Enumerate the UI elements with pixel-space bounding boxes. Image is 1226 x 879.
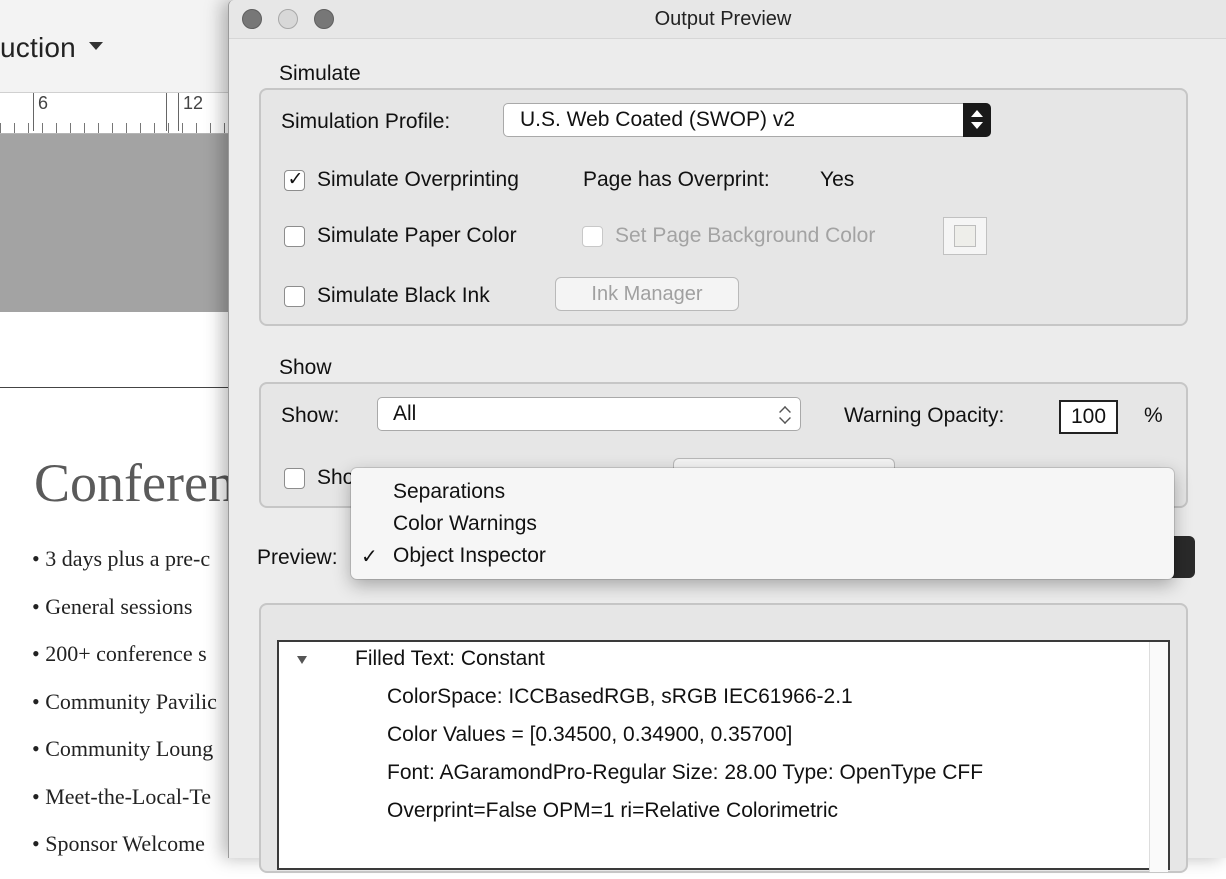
show-select[interactable]: All (377, 397, 801, 431)
updown-arrows-icon (778, 403, 792, 425)
tree-detail-item[interactable]: Color Values = [0.34500, 0.34900, 0.3570… (387, 723, 792, 747)
tree-detail-item[interactable]: Font: AGaramondPro-Regular Size: 28.00 T… (387, 761, 983, 785)
menu-item-object-inspector[interactable]: Object Inspector (393, 544, 546, 568)
workspace-menu-label[interactable]: uction (0, 32, 76, 64)
checkmark-icon: ✓ (361, 546, 378, 568)
chevron-down-icon[interactable] (89, 42, 103, 50)
checkmark-icon: ✓ (287, 169, 304, 190)
object-inspector-tree[interactable]: Filled Text: Constant ColorSpace: ICCBas… (277, 640, 1170, 872)
show-section-title: Show (279, 356, 332, 379)
disclosure-triangle-icon[interactable] (297, 656, 307, 664)
ink-manager-button: Ink Manager (555, 277, 739, 311)
show-label: Show: (281, 404, 340, 427)
window-titlebar: Output Preview (229, 0, 1226, 39)
preview-label: Preview: (257, 546, 338, 569)
set-page-background-label: Set Page Background Color (615, 224, 876, 247)
updown-arrows-icon (963, 103, 991, 137)
simulation-profile-label: Simulation Profile: (281, 110, 451, 133)
ruler-mark: 12 (183, 93, 204, 113)
warning-opacity-input[interactable]: 100 (1059, 400, 1118, 434)
show-option-label[interactable]: Sho (317, 466, 354, 490)
output-preview-dialog: Output Preview Simulate Simulation Profi… (228, 0, 1226, 873)
menu-item-separations[interactable]: Separations (393, 480, 505, 504)
list-item: • 200+ conference s (32, 641, 207, 666)
warning-opacity-label: Warning Opacity: (844, 404, 1005, 427)
tree-scrollbar[interactable] (1149, 642, 1168, 872)
percent-sign: % (1144, 404, 1163, 427)
preview-select-stepper[interactable] (1171, 536, 1195, 578)
simulate-paper-color-label[interactable]: Simulate Paper Color (317, 224, 517, 248)
page-background-color-swatch (943, 217, 987, 255)
show-option-checkbox[interactable] (284, 468, 305, 489)
tree-root-item[interactable]: Filled Text: Constant (355, 647, 545, 671)
document-bullet-list: • 3 days plus a pre-c • General sessions… (32, 546, 217, 879)
tree-detail-item[interactable]: ColorSpace: ICCBasedRGB, sRGB IEC61966-2… (387, 685, 853, 709)
simulate-black-ink-checkbox[interactable] (284, 286, 305, 307)
document-heading: Conferen (34, 453, 235, 513)
window-title: Output Preview (654, 8, 792, 30)
show-select-value: All (393, 402, 417, 425)
simulation-profile-value: U.S. Web Coated (SWOP) v2 (520, 108, 796, 131)
preview-dropdown-menu: Separations Color Warnings ✓ Object Insp… (351, 468, 1174, 579)
list-item: • Meet-the-Local-Te (32, 783, 212, 809)
list-item: • Community Pavilic (32, 688, 217, 714)
menu-item-color-warnings[interactable]: Color Warnings (393, 512, 537, 536)
simulation-profile-select[interactable]: U.S. Web Coated (SWOP) v2 (503, 103, 991, 137)
simulate-paper-color-checkbox[interactable] (284, 226, 305, 247)
simulate-section-title: Simulate (279, 62, 361, 85)
list-item: • Community Loung (32, 736, 214, 761)
list-item: • 3 days plus a pre-c (32, 546, 211, 571)
page-has-overprint-value: Yes (820, 168, 855, 191)
list-item: • General sessions (32, 593, 193, 619)
page-has-overprint-label: Page has Overprint: (583, 168, 770, 191)
simulate-black-ink-label[interactable]: Simulate Black Ink (317, 284, 490, 308)
tree-detail-item[interactable]: Overprint=False OPM=1 ri=Relative Colori… (387, 799, 838, 823)
simulate-overprinting-label[interactable]: Simulate Overprinting (317, 168, 519, 192)
simulate-overprinting-checkbox[interactable]: ✓ (284, 169, 305, 191)
ruler-mark: 6 (38, 93, 49, 113)
set-page-background-checkbox (582, 226, 603, 247)
list-item: • Sponsor Welcome (32, 831, 205, 856)
